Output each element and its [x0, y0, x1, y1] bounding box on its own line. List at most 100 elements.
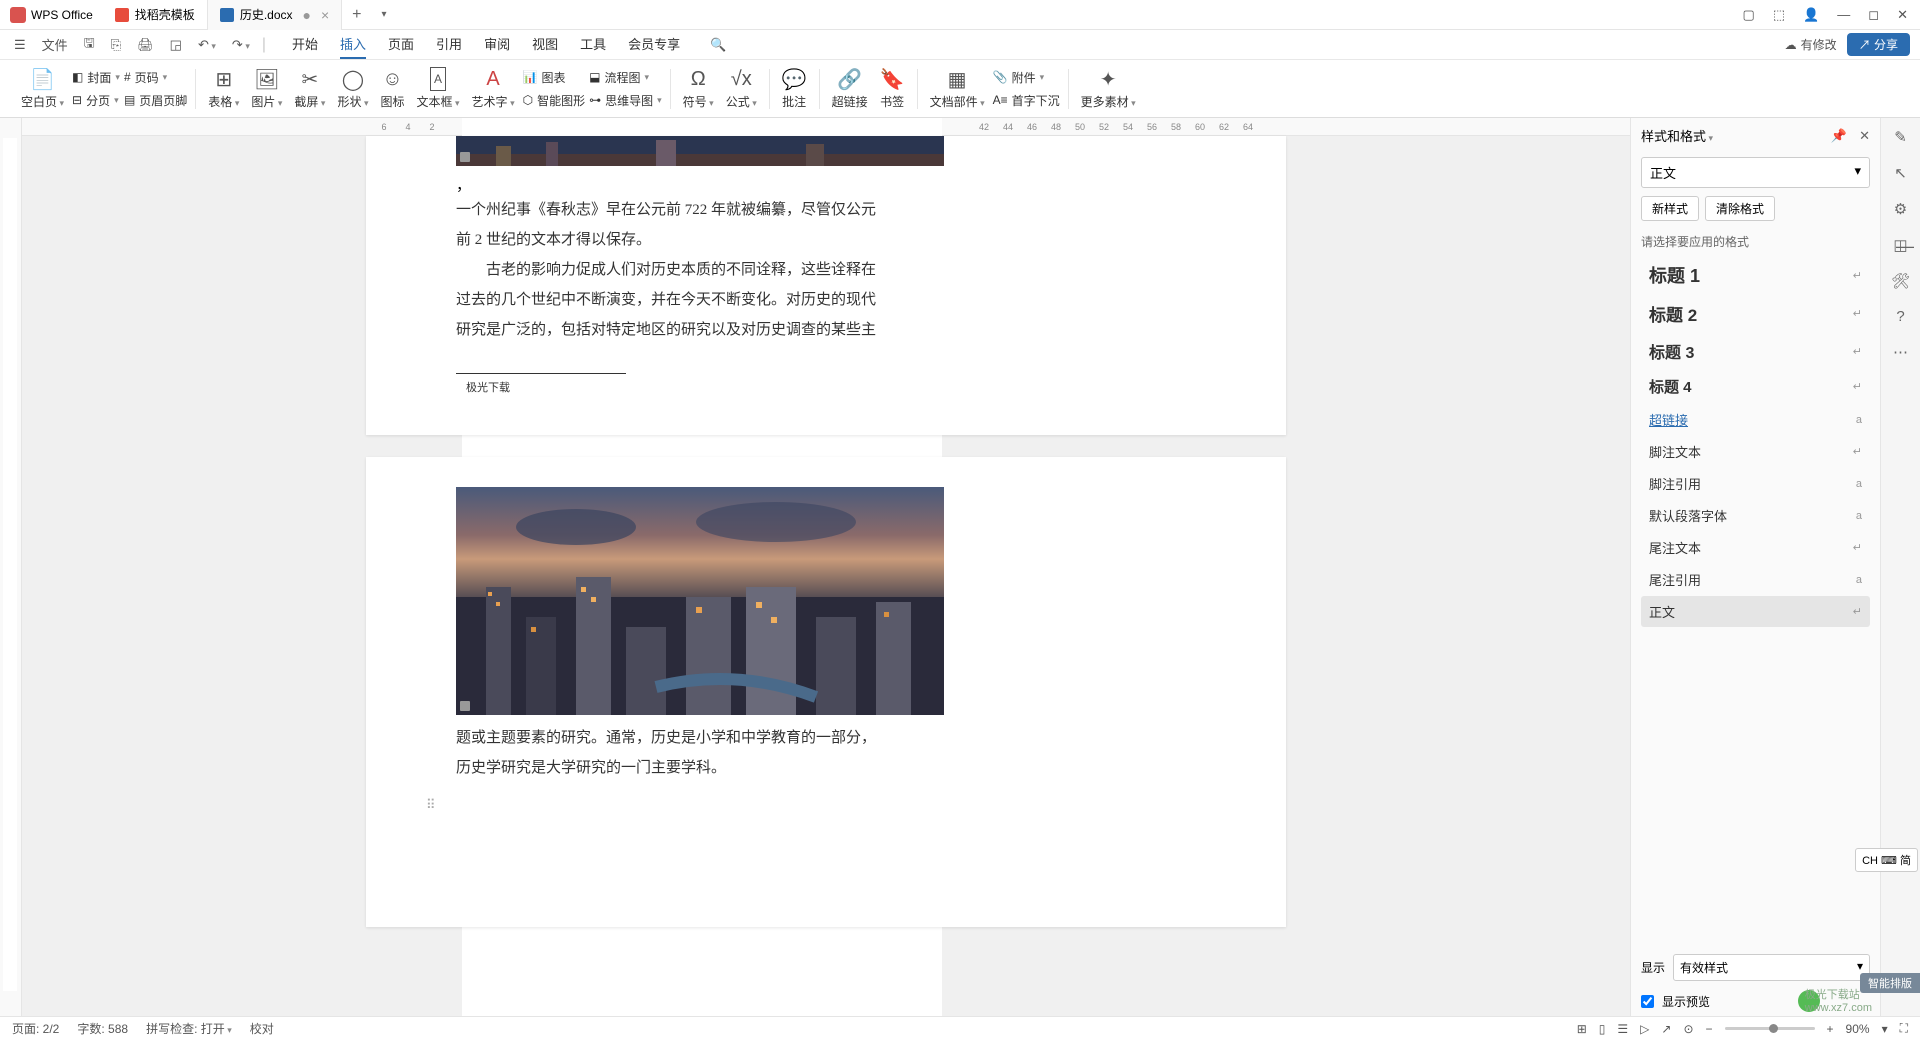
tools-icon[interactable]: 🛠 — [1891, 272, 1910, 290]
style-item-尾注引用[interactable]: 尾注引用a — [1641, 564, 1870, 595]
proofread-status[interactable]: 校对 — [250, 1020, 274, 1037]
zoom-level[interactable]: 90% — [1846, 1022, 1870, 1036]
cube-icon[interactable]: ⬚ — [1773, 7, 1785, 23]
style-item-标题 2[interactable]: 标题 2↵ — [1641, 295, 1870, 332]
menu-tab-会员专享[interactable]: 会员专享 — [628, 30, 680, 59]
attachment-button[interactable]: 📎 附件 — [991, 67, 1062, 88]
bookmark-button[interactable]: 🔖书签 — [874, 65, 911, 112]
share-button[interactable]: ↗ 分享 — [1847, 33, 1910, 56]
style-item-尾注文本[interactable]: 尾注文本↵ — [1641, 532, 1870, 563]
cloud-modify-indicator[interactable]: ☁ 有修改 — [1785, 36, 1837, 53]
cursor-icon[interactable]: ↖ — [1894, 164, 1907, 182]
hyperlink-button[interactable]: 🔗超链接 — [826, 65, 874, 112]
style-item-默认段落字体[interactable]: 默认段落字体a — [1641, 500, 1870, 531]
doc-paragraph[interactable]: 过去的几个世纪中不断演变，并在今天不断变化。对历史的现代 — [456, 285, 1196, 315]
pagebreak-button[interactable]: ⊟ 分页 — [70, 90, 122, 111]
embedded-image-large[interactable] — [456, 487, 944, 715]
drag-handle-icon[interactable]: ⠿ — [426, 797, 436, 813]
user-avatar-icon[interactable]: 👤 — [1803, 7, 1819, 23]
smartart-button[interactable]: ⬡ 智能图形 — [521, 90, 588, 111]
pagenum-button[interactable]: # 页码 — [122, 67, 189, 88]
help-icon[interactable]: ? — [1896, 308, 1904, 325]
tab-add-button[interactable]: + — [342, 6, 371, 24]
zoom-dropdown-icon[interactable]: ▾ — [1882, 1022, 1888, 1036]
style-item-脚注文本[interactable]: 脚注文本↵ — [1641, 436, 1870, 467]
fit-icon[interactable]: ⊙ — [1683, 1022, 1693, 1036]
panel-title[interactable]: 样式和格式 — [1641, 126, 1819, 145]
blank-page-button[interactable]: 📄空白页 — [15, 65, 70, 112]
dropcap-button[interactable]: A≡ 首字下沉 — [991, 90, 1062, 111]
read-mode-icon[interactable]: ↗ — [1661, 1022, 1671, 1036]
print-icon[interactable]: 🖨 — [133, 35, 158, 55]
menu-tab-引用[interactable]: 引用 — [436, 30, 462, 59]
style-item-超链接[interactable]: 超链接a — [1641, 404, 1870, 435]
panel-close-icon[interactable]: ✕ — [1859, 128, 1870, 144]
document-area[interactable]: 6422468101214161820222426283032343638404… — [22, 118, 1630, 1016]
maximize-button[interactable]: ◻ — [1868, 7, 1879, 23]
footnote-text[interactable]: 极光下载 — [456, 379, 1196, 395]
picture-button[interactable]: 🖼图片 — [245, 65, 288, 112]
style-item-标题 3[interactable]: 标题 3↵ — [1641, 333, 1870, 369]
doc-paragraph[interactable]: 题或主题要素的研究。通常，历史是小学和中学教育的一部分， — [456, 723, 1196, 753]
minimize-button[interactable]: — — [1837, 7, 1850, 22]
undo-button[interactable]: ↶ — [194, 35, 220, 55]
edit-icon[interactable]: ✎ — [1894, 128, 1907, 146]
menu-tab-审阅[interactable]: 审阅 — [484, 30, 510, 59]
header-footer-button[interactable]: ▤ 页眉页脚 — [122, 90, 189, 111]
mindmap-button[interactable]: ⊶ 思维导图 — [587, 90, 664, 111]
new-style-button[interactable]: 新样式 — [1641, 196, 1699, 221]
tab-menu-dropdown[interactable]: ▾ — [372, 9, 397, 20]
style-item-标题 4[interactable]: 标题 4↵ — [1641, 370, 1870, 403]
tab-template[interactable]: 找稻壳模板 — [103, 0, 208, 30]
docparts-button[interactable]: ▦文档部件 — [924, 65, 991, 112]
outline-view-icon[interactable]: ☰ — [1617, 1022, 1628, 1036]
flowchart-button[interactable]: ⬓ 流程图 — [587, 67, 664, 88]
file-menu[interactable]: 文件 — [38, 33, 72, 56]
zoom-in-icon[interactable]: + — [1827, 1022, 1834, 1036]
window-compact-icon[interactable]: ▢ — [1743, 7, 1755, 23]
menu-tab-视图[interactable]: 视图 — [532, 30, 558, 59]
display-filter-select[interactable]: 有效样式 ▾ — [1673, 954, 1870, 981]
wordart-button[interactable]: A艺术字 — [466, 65, 521, 112]
settings-icon[interactable]: ⚙ — [1894, 200, 1907, 218]
pin-icon[interactable]: 📌 — [1831, 128, 1847, 144]
page-view-icon[interactable]: ▯ — [1599, 1022, 1606, 1036]
shape-button[interactable]: ◯形状 — [331, 65, 374, 112]
tab-document[interactable]: 历史.docx ● × — [208, 0, 342, 30]
style-item-脚注引用[interactable]: 脚注引用a — [1641, 468, 1870, 499]
embedded-image-small[interactable] — [456, 136, 944, 166]
save-icon[interactable]: 🖫 — [80, 32, 99, 58]
zoom-slider[interactable] — [1725, 1027, 1815, 1030]
screenshot-button[interactable]: ✂截屏 — [288, 65, 331, 112]
current-style-select[interactable]: 正文▾ — [1641, 157, 1870, 188]
spellcheck-status[interactable]: 拼写检查: 打开 — [146, 1020, 232, 1037]
style-item-标题 1[interactable]: 标题 1↵ — [1641, 256, 1870, 294]
more-resources-button[interactable]: ✦更多素材 — [1075, 65, 1142, 112]
menu-tab-开始[interactable]: 开始 — [292, 30, 318, 59]
document-page-1[interactable]: ， 一个州纪事《春秋志》早在公元前 722 年就被编纂，尽管仅公元 前 2 世纪… — [366, 136, 1286, 435]
doc-paragraph[interactable]: 前 2 世纪的文本才得以保存。 — [456, 225, 1196, 255]
zoom-out-icon[interactable]: − — [1706, 1022, 1713, 1036]
document-page-2[interactable]: 题或主题要素的研究。通常，历史是小学和中学教育的一部分， 历史学研究是大学研究的… — [366, 457, 1286, 927]
tab-close-icon[interactable]: × — [321, 7, 329, 23]
doc-paragraph[interactable]: 古老的影响力促成人们对历史本质的不同诠释，这些诠释在 — [456, 255, 1196, 285]
doc-paragraph[interactable]: 一个州纪事《春秋志》早在公元前 722 年就被编纂，尽管仅公元 — [456, 195, 1196, 225]
menu-tab-插入[interactable]: 插入 — [340, 30, 366, 59]
table-button[interactable]: ⊞表格 — [202, 65, 245, 112]
textbox-button[interactable]: A文本框 — [411, 65, 466, 112]
doc-paragraph[interactable]: 历史学研究是大学研究的一门主要学科。 — [456, 753, 1196, 783]
print-preview-icon[interactable]: ⎘ — [107, 35, 125, 55]
preview-icon[interactable]: ◲ — [166, 35, 186, 55]
icon-button[interactable]: ☺图标 — [374, 65, 410, 112]
comment-button[interactable]: 💬批注 — [776, 65, 813, 112]
chart-button[interactable]: 📊 图表 — [521, 67, 588, 88]
symbol-button[interactable]: Ω符号 — [677, 65, 720, 112]
preview-checkbox[interactable] — [1641, 995, 1654, 1008]
word-count[interactable]: 字数: 588 — [77, 1020, 128, 1037]
collapse-panel-icon[interactable]: — — [1896, 236, 1914, 257]
cover-button[interactable]: ◧ 封面 — [70, 67, 122, 88]
doc-paragraph[interactable]: 研究是广泛的，包括对特定地区的研究以及对历史调查的某些主 — [456, 315, 1196, 345]
redo-button[interactable]: ↷ — [228, 35, 254, 55]
more-icon[interactable]: ⋯ — [1893, 343, 1908, 361]
formula-button[interactable]: √x公式 — [720, 65, 763, 112]
